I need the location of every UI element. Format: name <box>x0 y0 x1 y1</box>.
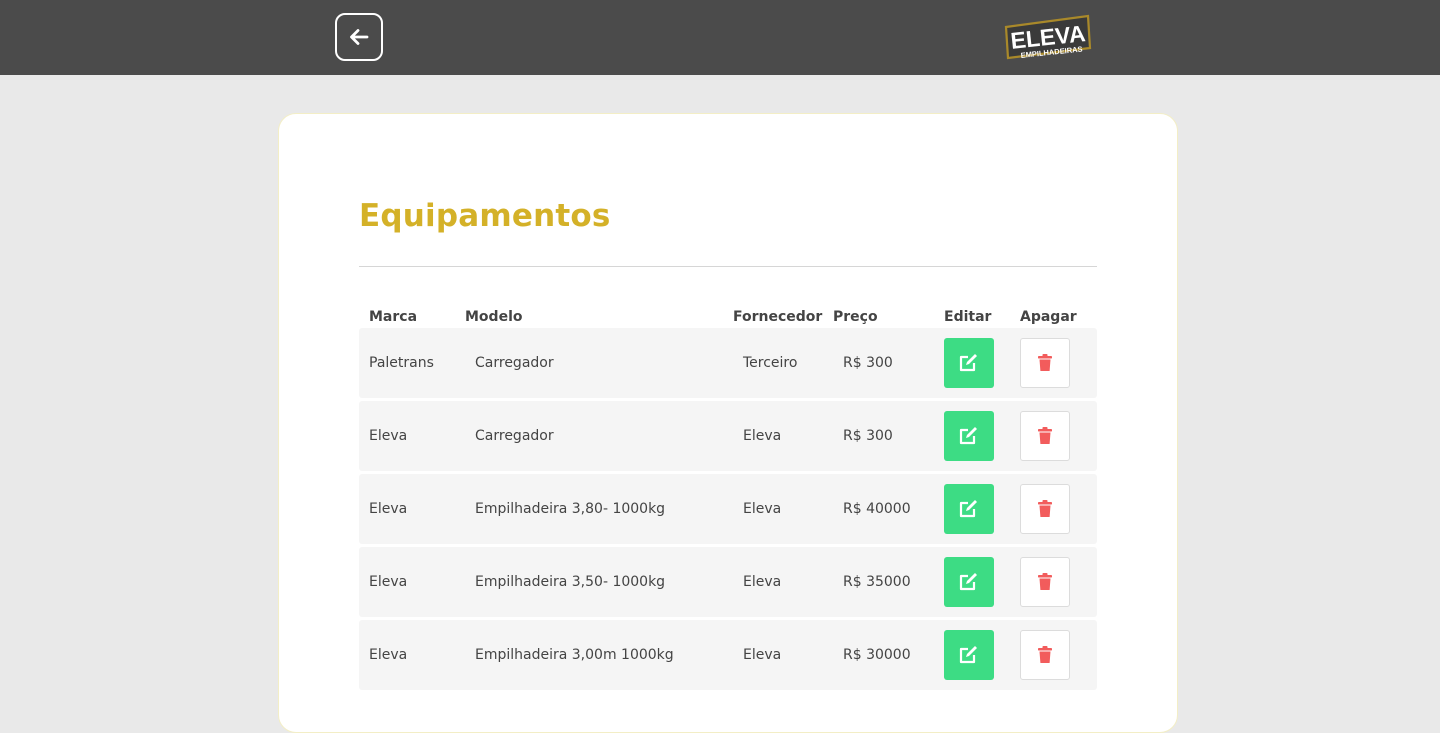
equipment-card: Equipamentos Marca Modelo Fornecedor Pre… <box>278 113 1178 733</box>
top-bar: ELEVA EMPILHADEIRAS <box>0 0 1440 75</box>
cell-supplier: Eleva <box>743 501 782 517</box>
edit-icon <box>959 573 977 591</box>
edit-button[interactable] <box>944 338 994 388</box>
cell-brand: Eleva <box>369 647 408 663</box>
cell-price: R$ 30000 <box>843 647 911 663</box>
edit-icon <box>959 427 977 445</box>
header-edit: Editar <box>944 309 992 325</box>
edit-icon <box>959 500 977 518</box>
header-supplier: Fornecedor <box>733 309 823 325</box>
cell-brand: Eleva <box>369 574 408 590</box>
delete-button[interactable] <box>1020 338 1070 388</box>
header-brand: Marca <box>369 309 418 325</box>
title-divider <box>359 266 1097 267</box>
edit-button[interactable] <box>944 484 994 534</box>
back-button[interactable] <box>335 13 383 61</box>
cell-price: R$ 300 <box>843 355 893 371</box>
table-row: Eleva Empilhadeira 3,50- 1000kg Eleva R$ 35… <box>359 547 1097 617</box>
header-model: Modelo <box>465 309 523 325</box>
table-row: Eleva Empilhadeira 3,80- 1000kg Eleva R$ 40… <box>359 474 1097 544</box>
page-title: Equipamentos <box>359 198 611 234</box>
table-header: Marca Modelo Fornecedor Preço Editar Apa… <box>359 309 1097 329</box>
cell-price: R$ 35000 <box>843 574 911 590</box>
edit-button[interactable] <box>944 411 994 461</box>
cell-brand: Paletrans <box>369 355 434 371</box>
eleva-logo: ELEVA EMPILHADEIRAS <box>1004 14 1092 60</box>
cell-model: Carregador <box>475 355 554 371</box>
cell-price: R$ 300 <box>843 428 893 444</box>
header-price: Preço <box>833 309 878 325</box>
cell-model: Empilhadeira 3,00m 1000kg <box>475 647 674 663</box>
arrow-left-icon <box>350 29 369 45</box>
cell-price: R$ 40000 <box>843 501 911 517</box>
header-delete: Apagar <box>1020 309 1077 325</box>
edit-button[interactable] <box>944 557 994 607</box>
cell-model: Empilhadeira 3,50- 1000kg <box>475 574 666 590</box>
cell-supplier: Eleva <box>743 428 782 444</box>
delete-button[interactable] <box>1020 484 1070 534</box>
table-row: Paletrans Carregador Terceiro R$ 300 <box>359 328 1097 398</box>
cell-model: Empilhadeira 3,80- 1000kg <box>475 501 666 517</box>
delete-button[interactable] <box>1020 411 1070 461</box>
edit-icon <box>959 354 977 372</box>
cell-brand: Eleva <box>369 501 408 517</box>
cell-model: Carregador <box>475 428 554 444</box>
table-row: Eleva Carregador Eleva R$ 300 <box>359 401 1097 471</box>
cell-brand: Eleva <box>369 428 408 444</box>
delete-button[interactable] <box>1020 557 1070 607</box>
cell-supplier: Terceiro <box>743 355 798 371</box>
edit-button[interactable] <box>944 630 994 680</box>
trash-icon <box>1038 427 1052 444</box>
delete-button[interactable] <box>1020 630 1070 680</box>
trash-icon <box>1038 646 1052 663</box>
trash-icon <box>1038 500 1052 517</box>
trash-icon <box>1038 573 1052 590</box>
cell-supplier: Eleva <box>743 574 782 590</box>
table-row: Eleva Empilhadeira 3,00m 1000kg Eleva R$ 30… <box>359 620 1097 690</box>
edit-icon <box>959 646 977 664</box>
cell-supplier: Eleva <box>743 647 782 663</box>
trash-icon <box>1038 354 1052 371</box>
